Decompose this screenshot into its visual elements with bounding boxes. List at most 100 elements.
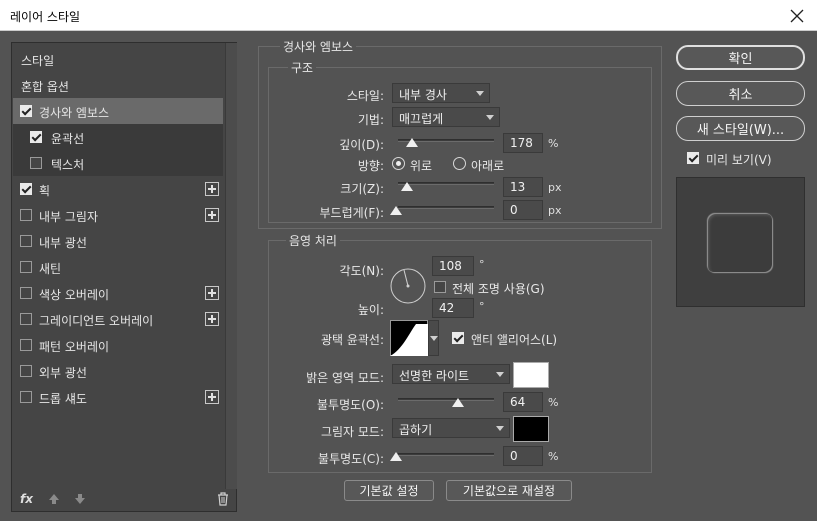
shadow-opacity-thumb[interactable]	[390, 452, 402, 461]
antialias-checkbox[interactable]	[452, 332, 464, 344]
style-item-checkbox[interactable]	[20, 261, 32, 273]
move-up-icon[interactable]	[48, 493, 60, 505]
new-style-button[interactable]: 새 스타일(W)...	[676, 116, 805, 141]
trash-icon[interactable]	[217, 492, 229, 506]
styles-list-scrollbar[interactable]	[225, 43, 237, 489]
bevel-style-select[interactable]: 내부 경사	[392, 83, 490, 103]
reset-default-button[interactable]: 기본값으로 재설정	[446, 480, 572, 501]
style-item-checkbox[interactable]	[20, 105, 32, 117]
size-unit: px	[548, 181, 562, 194]
style-item[interactable]: 새틴	[13, 254, 223, 280]
shadow-opacity-track[interactable]	[398, 453, 494, 456]
style-item[interactable]: 획	[13, 176, 223, 202]
angle-dial[interactable]	[389, 267, 427, 305]
style-item[interactable]: 내부 그림자	[13, 202, 223, 228]
style-item[interactable]: 내부 광선	[13, 228, 223, 254]
window-title: 레이어 스타일	[10, 10, 81, 24]
depth-slider-thumb[interactable]	[406, 138, 418, 147]
style-label: 스타일:	[346, 89, 384, 103]
shadow-opacity-input[interactable]: 0	[503, 446, 543, 466]
style-item[interactable]: 그레이디언트 오버레이	[13, 306, 223, 332]
make-default-button[interactable]: 기본값 설정	[344, 480, 434, 501]
style-item-checkbox[interactable]	[30, 131, 42, 143]
style-item-checkbox[interactable]	[20, 183, 32, 195]
style-item-label: 스타일	[21, 54, 55, 68]
chevron-down-icon	[430, 336, 438, 341]
shadow-color-swatch[interactable]	[513, 416, 549, 442]
style-item[interactable]: 경사와 엠보스	[13, 98, 223, 124]
style-item[interactable]: 혼합 옵션	[13, 72, 223, 98]
style-item-checkbox[interactable]	[20, 391, 32, 403]
style-item-label: 내부 광선	[39, 236, 87, 250]
shadow-mode-select[interactable]: 곱하기	[392, 418, 510, 438]
altitude-input[interactable]: 42	[432, 298, 474, 318]
highlight-color-swatch[interactable]	[513, 362, 549, 388]
style-item[interactable]: 색상 오버레이	[13, 280, 223, 306]
depth-label: 깊이(D):	[339, 138, 384, 152]
shadow-opacity-label: 불투명도(C):	[318, 452, 384, 466]
style-item[interactable]: 텍스처	[13, 150, 223, 176]
styles-list-panel: 스타일혼합 옵션경사와 엠보스윤곽선텍스처획 내부 그림자내부 광선새틴색상 오버…	[11, 42, 237, 512]
antialias-label[interactable]: 앤티 앨리어스(L)	[471, 331, 557, 348]
ok-button[interactable]: 확인	[676, 45, 805, 70]
direction-up-label[interactable]: 위로	[410, 157, 432, 174]
style-item-checkbox[interactable]	[20, 209, 32, 221]
preview-thumbnail	[676, 177, 805, 307]
gloss-contour-dropdown[interactable]	[428, 320, 439, 356]
technique-select[interactable]: 매끄럽게	[392, 107, 500, 127]
style-item-label: 경사와 엠보스	[39, 106, 110, 120]
preview-swatch	[707, 213, 773, 273]
bevel-emboss-title: 경사와 엠보스	[280, 38, 357, 55]
highlight-opacity-thumb[interactable]	[452, 398, 464, 407]
soften-slider-track[interactable]	[398, 206, 494, 209]
size-slider-thumb[interactable]	[401, 182, 413, 191]
depth-unit: %	[548, 137, 559, 150]
style-item[interactable]: 패턴 오버레이	[13, 332, 223, 358]
soften-input[interactable]: 0	[503, 200, 543, 220]
highlight-opacity-track[interactable]	[398, 398, 494, 401]
close-icon	[790, 9, 804, 22]
style-item-label: 그레이디언트 오버레이	[39, 314, 154, 328]
add-effect-icon[interactable]	[205, 182, 219, 196]
style-item[interactable]: 외부 광선	[13, 358, 223, 384]
style-item-label: 텍스처	[51, 158, 85, 172]
style-item-checkbox[interactable]	[20, 235, 32, 247]
direction-label: 방향:	[357, 159, 384, 173]
chevron-down-icon	[486, 115, 494, 120]
global-light-checkbox[interactable]	[434, 281, 446, 293]
global-light-label[interactable]: 전체 조명 사용(G)	[452, 280, 545, 297]
bevel-style-value: 내부 경사	[399, 88, 447, 102]
preview-label[interactable]: 미리 보기(V)	[706, 151, 772, 168]
style-item-checkbox[interactable]	[20, 313, 32, 325]
highlight-opacity-input[interactable]: 64	[503, 392, 543, 412]
style-item-checkbox[interactable]	[30, 157, 42, 169]
soften-slider-thumb[interactable]	[390, 206, 402, 215]
direction-down-radio[interactable]	[453, 157, 466, 170]
direction-down-label[interactable]: 아래로	[471, 157, 504, 174]
gloss-contour-label: 광택 윤곽선:	[320, 333, 384, 347]
add-effect-icon[interactable]	[205, 390, 219, 404]
depth-input[interactable]: 178	[503, 133, 543, 153]
style-item-checkbox[interactable]	[20, 365, 32, 377]
style-item[interactable]: 스타일	[13, 46, 223, 72]
direction-up-radio[interactable]	[392, 157, 405, 170]
add-effect-icon[interactable]	[205, 312, 219, 326]
style-item[interactable]: 윤곽선	[13, 124, 223, 150]
style-item-label: 새틴	[39, 262, 62, 276]
add-effect-icon[interactable]	[205, 208, 219, 222]
close-button[interactable]	[777, 0, 817, 31]
highlight-mode-select[interactable]: 선명한 라이트	[392, 364, 510, 384]
fx-button[interactable]: fx	[20, 492, 33, 506]
highlight-mode-label: 밝은 영역 모드:	[306, 371, 384, 385]
gloss-contour-preview[interactable]	[390, 320, 428, 356]
style-item-checkbox[interactable]	[20, 339, 32, 351]
cancel-button[interactable]: 취소	[676, 81, 805, 106]
preview-checkbox[interactable]	[687, 152, 699, 164]
style-item-checkbox[interactable]	[20, 287, 32, 299]
size-input[interactable]: 13	[503, 177, 543, 197]
angle-input[interactable]: 108	[432, 256, 474, 276]
style-item[interactable]: 드롭 섀도	[13, 384, 223, 410]
shadow-mode-label: 그림자 모드:	[320, 425, 384, 439]
move-down-icon[interactable]	[74, 493, 86, 505]
add-effect-icon[interactable]	[205, 286, 219, 300]
